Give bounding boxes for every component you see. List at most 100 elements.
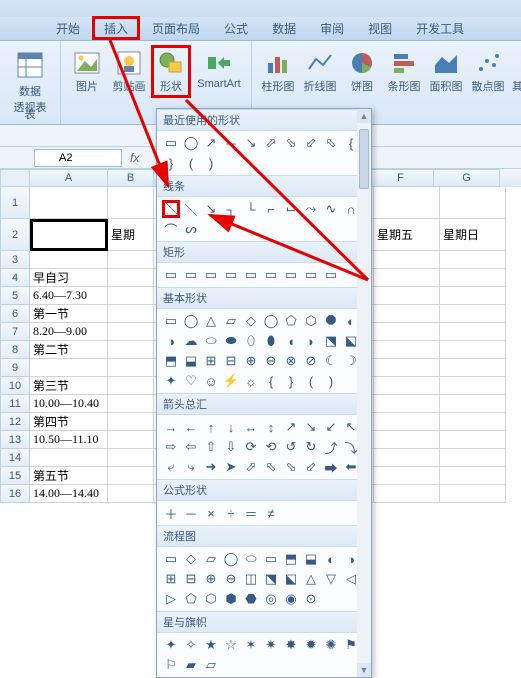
shape-item[interactable]: ⬭ — [242, 550, 260, 568]
cell-A1[interactable] — [30, 187, 108, 219]
cell-G6[interactable] — [440, 305, 506, 323]
shape-item[interactable]: ✦ — [162, 372, 180, 390]
cell-G7[interactable] — [440, 323, 506, 341]
cell-G15[interactable] — [440, 467, 506, 485]
cell-G11[interactable] — [440, 395, 506, 413]
shape-item[interactable]: ⬔ — [322, 332, 340, 350]
shape-item[interactable]: ✷ — [262, 636, 280, 654]
shape-item[interactable]: ⇧ — [202, 438, 220, 456]
shape-item[interactable]: ▱ — [202, 656, 220, 674]
shape-item[interactable]: ⬮ — [262, 332, 280, 350]
shape-item[interactable]: ⬣ — [242, 590, 260, 608]
cell-G2[interactable]: 星期日 — [440, 219, 506, 251]
shape-item[interactable]: ⬃ — [302, 134, 320, 152]
clipart-button[interactable]: 剪贴画 — [109, 45, 149, 98]
shape-item[interactable]: ▽ — [322, 570, 340, 588]
shape-item[interactable]: ⤴ — [322, 438, 340, 456]
select-all-corner[interactable] — [0, 169, 30, 187]
shape-item[interactable]: ◑ — [162, 332, 180, 350]
shape-item[interactable]: ＼ — [162, 200, 180, 218]
cell-G13[interactable] — [440, 431, 506, 449]
shape-item[interactable]: ⟳ — [242, 438, 260, 456]
shape-item[interactable]: ⌐ — [262, 200, 280, 218]
shape-item[interactable]: ◐ — [322, 550, 340, 568]
shape-item[interactable]: ▭ — [202, 266, 220, 284]
shape-item[interactable]: ✹ — [302, 636, 320, 654]
smartart-button[interactable]: SmartArt — [193, 45, 245, 98]
scroll-up-icon[interactable]: ▲ — [357, 109, 371, 123]
cell-A14[interactable] — [30, 449, 108, 467]
shape-item[interactable]: ⬃ — [302, 458, 320, 476]
shape-item[interactable]: ▭ — [262, 266, 280, 284]
cell-G12[interactable] — [440, 413, 506, 431]
shape-item[interactable]: ⊕ — [242, 352, 260, 370]
col-header-B[interactable]: B — [108, 169, 154, 187]
shape-item[interactable]: ↔ — [242, 418, 260, 436]
cell-B13[interactable] — [108, 431, 154, 449]
name-box[interactable]: A2 — [34, 149, 122, 167]
other-chart-button[interactable]: 其他图表 — [510, 45, 521, 94]
shape-item[interactable]: ＼ — [182, 200, 200, 218]
shape-item[interactable]: ≠ — [262, 504, 280, 522]
shape-item[interactable]: ✦ — [162, 636, 180, 654]
shape-item[interactable]: ↗ — [282, 418, 300, 436]
shape-item[interactable]: ▭ — [242, 266, 260, 284]
shape-item[interactable]: ▭ — [262, 550, 280, 568]
shape-item[interactable]: ⬕ — [282, 570, 300, 588]
shape-item[interactable]: ⤳ — [302, 200, 320, 218]
area-chart-button[interactable]: 面积图 — [426, 45, 466, 94]
tab-data[interactable]: 数据 — [260, 16, 308, 40]
row-header[interactable]: 4 — [0, 269, 30, 287]
row-header[interactable]: 8 — [0, 341, 30, 359]
shape-item[interactable]: ) — [202, 154, 220, 172]
tab-view[interactable]: 视图 — [356, 16, 404, 40]
row-header[interactable]: 5 — [0, 287, 30, 305]
col-header-G[interactable]: G — [434, 169, 500, 187]
shape-item[interactable]: ⊗ — [282, 352, 300, 370]
shape-item[interactable]: ↻ — [302, 438, 320, 456]
pie-chart-button[interactable]: 饼图 — [342, 45, 382, 94]
shape-item[interactable]: ＝ — [242, 504, 260, 522]
shape-item[interactable]: ☾ — [322, 352, 340, 370]
row-header[interactable]: 9 — [0, 359, 30, 377]
shape-item[interactable]: ⬢ — [222, 590, 240, 608]
office-button[interactable] — [8, 16, 44, 40]
shape-item[interactable]: ▭ — [302, 266, 320, 284]
row-header[interactable]: 16 — [0, 485, 30, 503]
cell-B9[interactable] — [108, 359, 154, 377]
shape-item[interactable]: ⊟ — [182, 570, 200, 588]
shape-item[interactable]: ∿ — [322, 200, 340, 218]
shape-item[interactable]: } — [162, 154, 180, 172]
cell-B8[interactable] — [108, 341, 154, 359]
cell-F6[interactable] — [374, 305, 440, 323]
shape-item[interactable]: ↙ — [322, 418, 340, 436]
cell-A12[interactable]: 第四节 — [30, 413, 108, 431]
shape-item[interactable]: ◇ — [242, 312, 260, 330]
shape-item[interactable]: ☁ — [182, 332, 200, 350]
shapes-button[interactable]: 形状 — [151, 45, 191, 98]
cell-F4[interactable] — [374, 269, 440, 287]
shape-item[interactable]: ⇦ — [182, 438, 200, 456]
tab-home[interactable]: 开始 — [44, 16, 92, 40]
cell-F7[interactable] — [374, 323, 440, 341]
shape-item[interactable]: ⬡ — [202, 590, 220, 608]
row-header[interactable]: 7 — [0, 323, 30, 341]
fx-icon[interactable]: fx — [130, 151, 139, 165]
tab-review[interactable]: 审阅 — [308, 16, 356, 40]
cell-F5[interactable] — [374, 287, 440, 305]
shape-item[interactable]: ⬔ — [262, 570, 280, 588]
shape-item[interactable]: ➜ — [202, 458, 220, 476]
cell-A15[interactable]: 第五节 — [30, 467, 108, 485]
shape-item[interactable]: ⬒ — [162, 352, 180, 370]
cell-B14[interactable] — [108, 449, 154, 467]
shape-item[interactable]: ✸ — [282, 636, 300, 654]
shape-item[interactable]: ◉ — [282, 590, 300, 608]
shape-item[interactable]: △ — [202, 312, 220, 330]
shape-item[interactable]: ⬭ — [202, 332, 220, 350]
shape-item[interactable]: ◎ — [262, 590, 280, 608]
shape-item[interactable]: ◫ — [242, 570, 260, 588]
cell-F13[interactable] — [374, 431, 440, 449]
shape-item[interactable]: ⬠ — [282, 312, 300, 330]
shape-item[interactable]: × — [202, 504, 220, 522]
shape-item[interactable]: ▱ — [222, 312, 240, 330]
